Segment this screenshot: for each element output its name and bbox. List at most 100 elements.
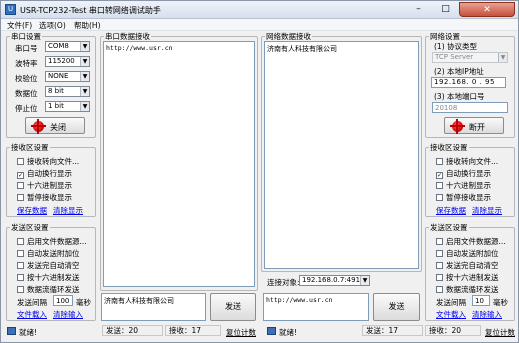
checkbox[interactable] bbox=[17, 262, 24, 269]
left-clear-display-link[interactable]: 清除显示 bbox=[53, 205, 83, 216]
right-recv-option-1[interactable]: 接收转向文件... bbox=[436, 156, 498, 167]
serial-recv-textarea[interactable]: http://www.usr.cn bbox=[103, 41, 255, 287]
right-clear-display-link[interactable]: 清除显示 bbox=[472, 205, 502, 216]
net-open-label: 断开 bbox=[469, 123, 485, 132]
checkbox[interactable] bbox=[17, 158, 24, 165]
checkbox[interactable] bbox=[17, 274, 24, 281]
chevron-down-icon: ▼ bbox=[80, 72, 89, 81]
left-send-option-1[interactable]: 启用文件数据源... bbox=[17, 236, 87, 247]
right-interval-input[interactable]: 10 bbox=[472, 295, 490, 306]
databits-value: 8 bit bbox=[48, 87, 64, 95]
checkbox[interactable] bbox=[17, 182, 24, 189]
close-button[interactable]: ✕ bbox=[459, 2, 515, 17]
right-send-option-1[interactable]: 启用文件数据源... bbox=[436, 236, 506, 247]
chevron-down-icon: ▼ bbox=[80, 42, 89, 51]
net-open-button[interactable]: 断开 bbox=[444, 117, 504, 134]
parity-select[interactable]: NONE ▼ bbox=[45, 71, 90, 82]
maximize-button[interactable]: □ bbox=[432, 2, 459, 17]
left-send-option-4[interactable]: 按十六进制发送 bbox=[17, 272, 80, 283]
right-recv-option-2[interactable]: ✓ 自动换行显示 bbox=[436, 168, 491, 179]
left-file-load-link[interactable]: 文件载入 bbox=[17, 309, 47, 320]
left-recv-option-2[interactable]: ✓ 自动换行显示 bbox=[17, 168, 72, 179]
chevron-down-icon: ▼ bbox=[498, 53, 507, 62]
port-value: COM8 bbox=[48, 42, 69, 50]
net-send-button[interactable]: 发送 bbox=[373, 293, 420, 321]
left-interval-input[interactable]: 100 bbox=[53, 295, 73, 306]
serial-send-button[interactable]: 发送 bbox=[210, 293, 256, 321]
checkbox[interactable] bbox=[436, 238, 443, 245]
left-save-data-link[interactable]: 保存数据 bbox=[17, 205, 47, 216]
record-icon bbox=[31, 119, 46, 134]
baud-select[interactable]: 115200 ▼ bbox=[45, 56, 90, 67]
app-icon: U bbox=[5, 4, 16, 15]
net-recv-textarea[interactable]: 济南有人科技有限公司 bbox=[264, 41, 419, 269]
host-ip-input[interactable]: 192.168. 0 . 95 bbox=[431, 77, 506, 88]
record-icon bbox=[450, 119, 465, 134]
minimize-button[interactable]: – bbox=[405, 2, 432, 17]
status-left-reset[interactable]: 复位计数 bbox=[226, 327, 256, 338]
local-port-input[interactable]: 20108 bbox=[432, 102, 508, 113]
status-right-sent: 发送：17 bbox=[362, 325, 423, 336]
checkbox[interactable] bbox=[436, 158, 443, 165]
checkbox-checked[interactable]: ✓ bbox=[17, 172, 24, 179]
menu-help[interactable]: 帮助(H) bbox=[74, 20, 101, 31]
right-file-load-link[interactable]: 文件载入 bbox=[436, 309, 466, 320]
status-left-sent: 发送：20 bbox=[102, 325, 163, 336]
right-send-option-2[interactable]: 自动发送附加位 bbox=[436, 248, 499, 259]
host-ip-label: (2) 本地IP地址 bbox=[434, 67, 484, 76]
baud-value: 115200 bbox=[48, 57, 75, 65]
checkbox[interactable] bbox=[436, 274, 443, 281]
left-recv-settings-title: 接收区设置 bbox=[10, 142, 50, 153]
left-recv-option-4[interactable]: 暂停接收显示 bbox=[17, 192, 72, 203]
checkbox[interactable] bbox=[17, 194, 24, 201]
status-ready-icon bbox=[7, 327, 16, 335]
right-send-option-5[interactable]: 数据流循环发送 bbox=[436, 284, 499, 295]
checkbox-checked[interactable]: ✓ bbox=[436, 172, 443, 179]
serial-send-textarea[interactable]: 济南有人科技有限公司 bbox=[101, 293, 206, 321]
net-send-textarea[interactable]: http://www.usr.cn bbox=[263, 293, 369, 321]
right-send-option-4[interactable]: 按十六进制发送 bbox=[436, 272, 499, 283]
left-interval-unit: 毫秒 bbox=[76, 298, 91, 307]
left-recv-option-1[interactable]: 接收转向文件... bbox=[17, 156, 79, 167]
right-save-data-link[interactable]: 保存数据 bbox=[436, 205, 466, 216]
serial-close-label: 关闭 bbox=[50, 123, 66, 132]
checkbox[interactable] bbox=[17, 238, 24, 245]
serial-settings-title: 串口设置 bbox=[10, 31, 42, 42]
stopbits-label: 停止位 bbox=[15, 104, 38, 113]
connection-select[interactable]: 192.168.0.7:49154 ▼ bbox=[299, 275, 370, 286]
left-recv-option-3[interactable]: 十六进制显示 bbox=[17, 180, 72, 191]
databits-select[interactable]: 8 bit ▼ bbox=[45, 86, 90, 97]
checkbox[interactable] bbox=[436, 194, 443, 201]
menu-bar: 文件(F) 选项(O) 帮助(H) bbox=[1, 19, 518, 31]
parity-label: 校验位 bbox=[15, 74, 38, 83]
databits-label: 数据位 bbox=[15, 89, 38, 98]
protocol-select[interactable]: TCP Server ▼ bbox=[432, 52, 508, 63]
menu-file[interactable]: 文件(F) bbox=[7, 20, 32, 31]
stopbits-select[interactable]: 1 bit ▼ bbox=[45, 101, 90, 112]
right-recv-option-3[interactable]: 十六进制显示 bbox=[436, 180, 491, 191]
checkbox[interactable] bbox=[436, 250, 443, 257]
right-clear-input-link[interactable]: 清除输入 bbox=[472, 309, 502, 320]
window-title: USR-TCP232-Test 串口转网络调试助手 bbox=[20, 6, 161, 15]
menu-options[interactable]: 选项(O) bbox=[39, 20, 66, 31]
checkbox[interactable] bbox=[436, 182, 443, 189]
checkbox[interactable] bbox=[17, 250, 24, 257]
right-send-settings-title: 发送区设置 bbox=[429, 222, 469, 233]
right-interval-label: 发送间隔 bbox=[436, 298, 466, 307]
right-recv-option-4[interactable]: 暂停接收显示 bbox=[436, 192, 491, 203]
port-select[interactable]: COM8 ▼ bbox=[45, 41, 90, 52]
right-send-option-3[interactable]: 发送完自动清空 bbox=[436, 260, 499, 271]
checkbox[interactable] bbox=[17, 286, 24, 293]
status-right-ready: 就绪! bbox=[279, 328, 298, 337]
left-send-option-3[interactable]: 发送完自动清空 bbox=[17, 260, 80, 271]
serial-close-button[interactable]: 关闭 bbox=[25, 117, 85, 134]
left-send-option-2[interactable]: 自动发送附加位 bbox=[17, 248, 80, 259]
checkbox[interactable] bbox=[436, 286, 443, 293]
status-right-reset[interactable]: 复位计数 bbox=[485, 327, 515, 338]
left-clear-input-link[interactable]: 清除输入 bbox=[53, 309, 83, 320]
left-send-option-5[interactable]: 数据流循环发送 bbox=[17, 284, 80, 295]
left-recv-settings-group: 接收区设置 接收转向文件... ✓ 自动换行显示 十六进制显示 暂停接收显示 保存… bbox=[6, 142, 96, 217]
chevron-down-icon: ▼ bbox=[360, 276, 369, 285]
chevron-down-icon: ▼ bbox=[80, 87, 89, 96]
checkbox[interactable] bbox=[436, 262, 443, 269]
